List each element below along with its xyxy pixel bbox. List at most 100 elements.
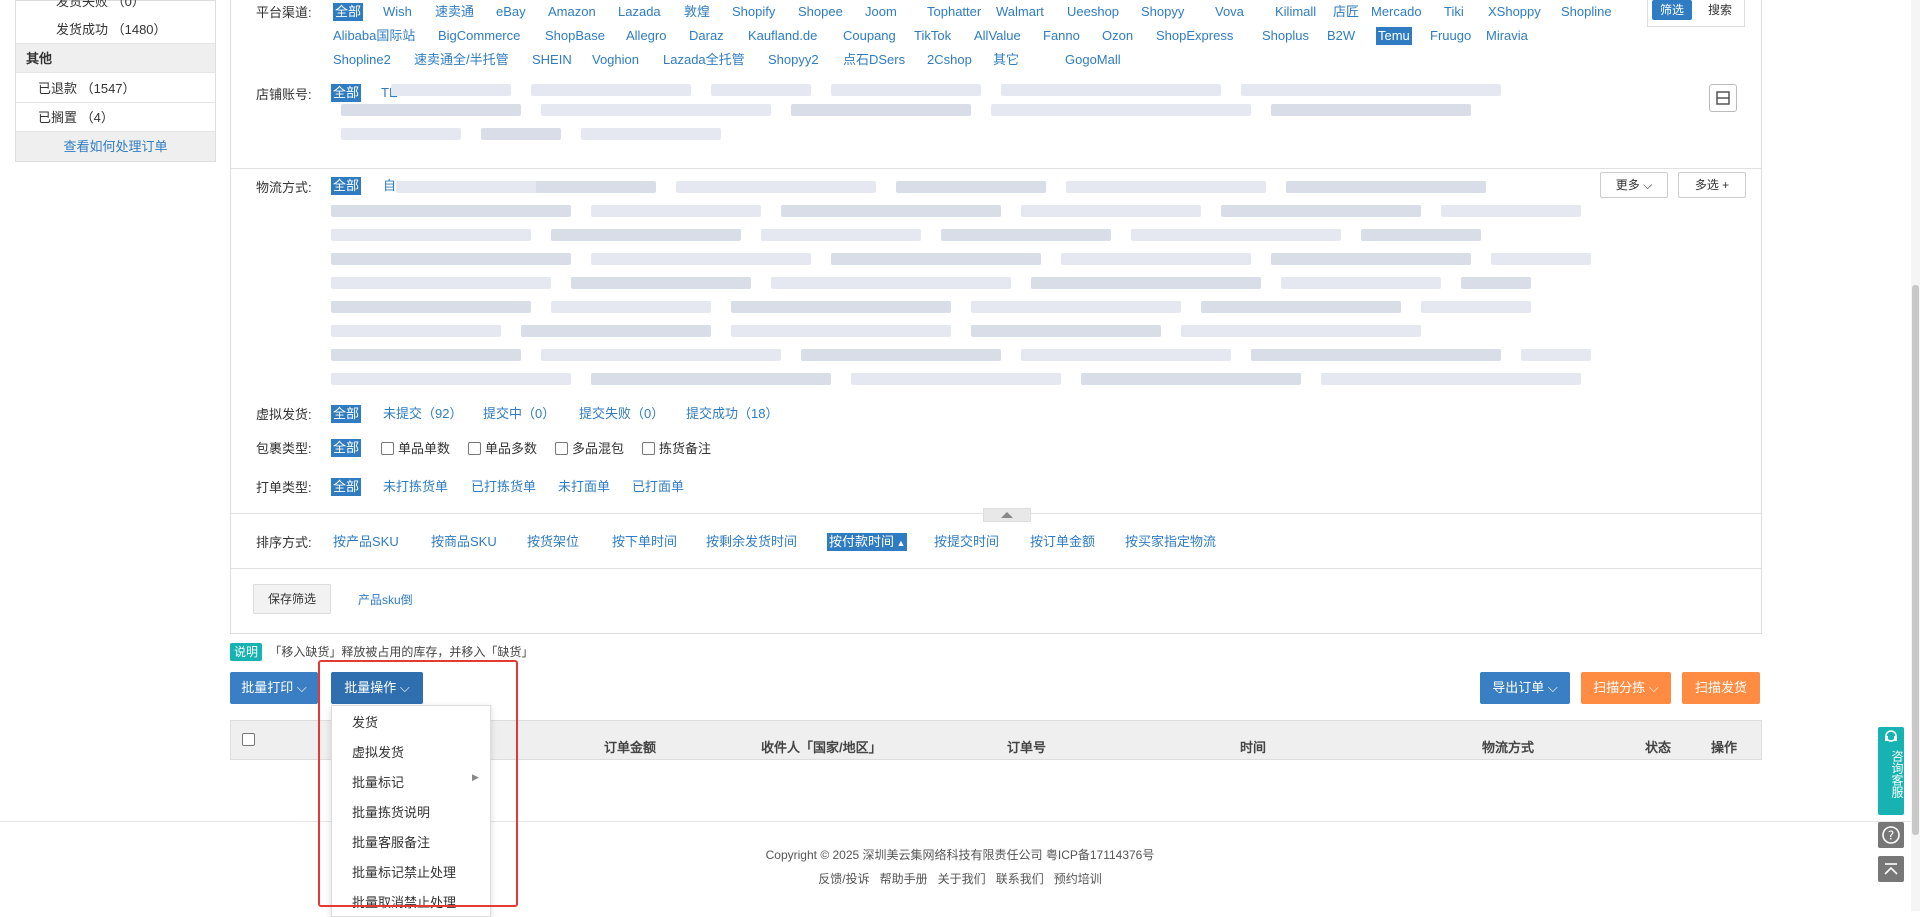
platform-option-0[interactable]: 全部 bbox=[333, 3, 364, 21]
filter-button[interactable]: 筛选 bbox=[1652, 0, 1692, 20]
platform-option-9[interactable]: GogoMall bbox=[1065, 51, 1121, 69]
footer-link-about[interactable]: 关于我们 bbox=[938, 872, 986, 886]
platform-option-1[interactable]: BigCommerce bbox=[438, 27, 520, 45]
virtual-ship-option-2[interactable]: 提交中（0） bbox=[483, 405, 555, 423]
print-type-option-2[interactable]: 已打拣货单 bbox=[471, 478, 536, 496]
package-all[interactable]: 全部 bbox=[331, 439, 362, 457]
virtual-ship-option-0[interactable]: 全部 bbox=[331, 405, 362, 423]
sidebar-item-on-hold[interactable]: 已搁置 （4） bbox=[16, 103, 215, 132]
platform-option-14[interactable]: Temu bbox=[1376, 27, 1412, 45]
platform-option-6[interactable]: 敦煌 bbox=[684, 3, 710, 21]
package-single-single-checkbox[interactable]: 单品单数 bbox=[381, 438, 450, 457]
package-single-multi-checkbox[interactable]: 单品多数 bbox=[468, 438, 537, 457]
more-button[interactable]: 更多 ⌵ bbox=[1600, 172, 1668, 198]
platform-option-4[interactable]: Lazada全托管 bbox=[663, 51, 745, 69]
sort-option-8[interactable]: 按买家指定物流 bbox=[1125, 533, 1216, 551]
platform-option-8[interactable]: 其它 bbox=[993, 51, 1019, 69]
platform-option-7[interactable]: 2Cshop bbox=[927, 51, 972, 69]
platform-option-20[interactable]: Shopline bbox=[1561, 3, 1612, 21]
platform-option-2[interactable]: ShopBase bbox=[545, 27, 605, 45]
platform-option-19[interactable]: XShoppy bbox=[1488, 3, 1541, 21]
platform-option-8[interactable]: AllValue bbox=[974, 27, 1021, 45]
platform-option-5[interactable]: Kaufland.de bbox=[748, 27, 817, 45]
consult-service-widget[interactable]: 咨询客服 bbox=[1878, 727, 1904, 815]
scan-sort-button[interactable]: 扫描分拣 ⌵ bbox=[1581, 672, 1671, 704]
footer-link-feedback[interactable]: 反馈/投诉 bbox=[818, 872, 869, 886]
package-pick-note-checkbox[interactable]: 拣货备注 bbox=[642, 438, 711, 457]
platform-option-3[interactable]: Allegro bbox=[626, 27, 666, 45]
virtual-ship-option-4[interactable]: 提交成功（18） bbox=[686, 405, 778, 423]
platform-option-13[interactable]: B2W bbox=[1327, 27, 1355, 45]
select-all-checkbox[interactable] bbox=[242, 733, 255, 746]
platform-option-6[interactable]: Coupang bbox=[843, 27, 896, 45]
save-filter-button[interactable]: 保存筛选 bbox=[253, 584, 331, 614]
platform-option-16[interactable]: 店匠 bbox=[1333, 3, 1359, 21]
collapse-toggle[interactable] bbox=[983, 508, 1031, 522]
platform-option-5[interactable]: Shopyy2 bbox=[768, 51, 819, 69]
collapse-icon[interactable] bbox=[1709, 84, 1737, 112]
platform-option-18[interactable]: Tiki bbox=[1444, 3, 1464, 21]
store-all[interactable]: 全部 bbox=[331, 84, 362, 102]
platform-option-16[interactable]: Miravia bbox=[1486, 27, 1528, 45]
export-orders-button[interactable]: 导出订单 ⌵ bbox=[1480, 672, 1570, 704]
sidebar-link-how-to-process[interactable]: 查看如何处理订单 bbox=[16, 132, 215, 161]
print-type-option-0[interactable]: 全部 bbox=[331, 478, 362, 496]
platform-option-11[interactable]: ShopExpress bbox=[1156, 27, 1233, 45]
platform-option-3[interactable]: Voghion bbox=[592, 51, 639, 69]
platform-option-7[interactable]: Shopify bbox=[732, 3, 775, 21]
product-sku-link[interactable]: 产品sku倒 bbox=[358, 591, 413, 609]
platform-option-1[interactable]: 速卖通全/半托管 bbox=[414, 51, 509, 69]
print-type-option-3[interactable]: 未打面单 bbox=[558, 478, 610, 496]
platform-option-8[interactable]: Shopee bbox=[798, 3, 843, 21]
sort-option-4[interactable]: 按剩余发货时间 bbox=[706, 533, 797, 551]
platform-option-0[interactable]: Shopline2 bbox=[333, 51, 391, 69]
sort-option-6[interactable]: 按提交时间 bbox=[934, 533, 999, 551]
print-type-option-4[interactable]: 已打面单 bbox=[632, 478, 684, 496]
back-to-top-icon[interactable] bbox=[1878, 856, 1904, 882]
help-icon[interactable]: ? bbox=[1878, 822, 1904, 848]
platform-option-7[interactable]: TikTok bbox=[914, 27, 951, 45]
search-button[interactable]: 搜索 bbox=[1700, 0, 1740, 20]
platform-option-10[interactable]: Ozon bbox=[1102, 27, 1133, 45]
sort-option-0[interactable]: 按产品SKU bbox=[333, 533, 399, 551]
sidebar-item-ship-success[interactable]: 发货成功 （1480） bbox=[16, 15, 215, 44]
platform-option-4[interactable]: Amazon bbox=[548, 3, 596, 21]
platform-option-10[interactable]: Tophatter bbox=[927, 3, 981, 21]
virtual-ship-option-1[interactable]: 未提交（92） bbox=[383, 405, 462, 423]
package-multi-mixed-checkbox[interactable]: 多品混包 bbox=[555, 438, 624, 457]
batch-print-button[interactable]: 批量打印 ⌵ bbox=[230, 672, 318, 704]
platform-option-11[interactable]: Walmart bbox=[996, 3, 1044, 21]
virtual-ship-option-3[interactable]: 提交失败（0） bbox=[579, 405, 664, 423]
platform-option-15[interactable]: Kilimall bbox=[1275, 3, 1316, 21]
sort-option-3[interactable]: 按下单时间 bbox=[612, 533, 677, 551]
platform-option-0[interactable]: Alibaba国际站 bbox=[333, 27, 415, 45]
platform-option-1[interactable]: Wish bbox=[383, 3, 412, 21]
shipping-item[interactable]: 自 bbox=[383, 177, 396, 195]
print-type-option-1[interactable]: 未打拣货单 bbox=[383, 478, 448, 496]
sidebar-item-ship-failed[interactable]: 发货失败 （0） bbox=[16, 0, 215, 16]
footer-link-training[interactable]: 预约培训 bbox=[1054, 872, 1102, 886]
platform-option-12[interactable]: Ueeshop bbox=[1067, 3, 1119, 21]
platform-option-9[interactable]: Fanno bbox=[1043, 27, 1080, 45]
scrollbar-thumb[interactable] bbox=[1912, 285, 1919, 835]
platform-option-14[interactable]: Vova bbox=[1215, 3, 1244, 21]
platform-option-15[interactable]: Fruugo bbox=[1430, 27, 1471, 45]
platform-option-2[interactable]: 速卖通 bbox=[435, 3, 474, 21]
platform-option-4[interactable]: Daraz bbox=[689, 27, 724, 45]
platform-option-17[interactable]: Mercado bbox=[1371, 3, 1422, 21]
multi-select-button[interactable]: 多选 + bbox=[1678, 172, 1746, 198]
platform-option-13[interactable]: Shopyy bbox=[1141, 3, 1184, 21]
scrollbar-track[interactable] bbox=[1911, 0, 1920, 911]
shipping-all[interactable]: 全部 bbox=[331, 177, 362, 195]
footer-link-help[interactable]: 帮助手册 bbox=[880, 872, 928, 886]
platform-option-6[interactable]: 点石DSers bbox=[843, 51, 905, 69]
sort-option-2[interactable]: 按货架位 bbox=[527, 533, 579, 551]
platform-option-12[interactable]: Shoplus bbox=[1262, 27, 1309, 45]
scan-ship-button[interactable]: 扫描发货 bbox=[1682, 672, 1760, 704]
sort-option-5[interactable]: 按付款时间 ▲ bbox=[827, 533, 908, 551]
platform-option-9[interactable]: Joom bbox=[865, 3, 897, 21]
platform-option-3[interactable]: eBay bbox=[496, 3, 526, 21]
footer-link-contact[interactable]: 联系我们 bbox=[996, 872, 1044, 886]
platform-option-2[interactable]: SHEIN bbox=[532, 51, 572, 69]
sort-option-1[interactable]: 按商品SKU bbox=[431, 533, 497, 551]
